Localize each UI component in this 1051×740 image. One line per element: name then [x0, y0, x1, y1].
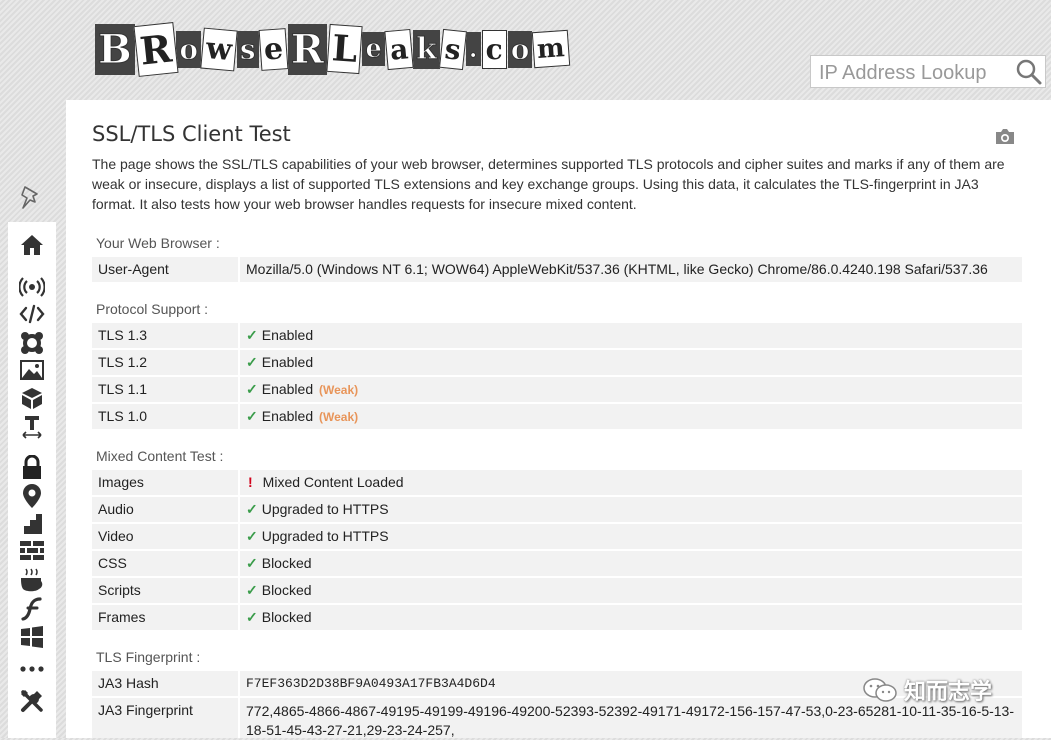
site-logo[interactable]: B R o w s e R L e a k s . c o m [95, 14, 571, 84]
row-key: JA3 Fingerprint [98, 702, 193, 718]
main-panel: SSL/TLS Client Test The page shows the S… [66, 100, 1051, 738]
table-row-user-agent: User-Agent Mozilla/5.0 (Windows NT 6.1; … [92, 257, 1022, 282]
check-icon: ✓ [246, 354, 258, 370]
row-key: TLS 1.2 [98, 354, 148, 370]
table-row-video: Video ✓ Upgraded to HTTPS [92, 524, 1022, 549]
lock-icon[interactable] [18, 455, 46, 481]
row-key: JA3 Hash [98, 675, 159, 691]
check-icon: ✓ [246, 528, 258, 544]
wechat-icon [863, 678, 897, 702]
row-key: User-Agent [98, 261, 169, 277]
logo-letter: B [95, 23, 135, 75]
table-row-scripts: Scripts ✓ Blocked [92, 578, 1022, 603]
row-value: Enabled [261, 408, 314, 424]
ip-lookup-search [810, 55, 1046, 88]
row-key: TLS 1.0 [98, 408, 148, 424]
table-row-tls13: TLS 1.3 ✓ Enabled [92, 323, 1022, 348]
section-title-protocol: Protocol Support : [96, 301, 209, 317]
bar-chart-icon[interactable] [18, 511, 46, 537]
check-icon: ✓ [246, 408, 258, 424]
sidebar-nav [8, 222, 56, 738]
search-icon[interactable] [1015, 58, 1043, 86]
logo-letter: R [133, 21, 178, 77]
logo-letter: k [413, 29, 440, 69]
table-row-css: CSS ✓ Blocked [92, 551, 1022, 576]
row-key: TLS 1.1 [98, 381, 148, 397]
row-key: Images [98, 474, 144, 490]
weak-badge: (Weak) [319, 383, 359, 397]
row-value: Upgraded to HTTPS [261, 528, 389, 544]
tools-icon[interactable] [18, 688, 46, 714]
check-icon: ✓ [246, 609, 258, 625]
page-description: The page shows the SSL/TLS capabilities … [92, 156, 1005, 212]
image-icon[interactable] [18, 357, 46, 383]
coffee-icon[interactable] [18, 567, 46, 593]
logo-letter: e [258, 27, 289, 71]
check-icon: ✓ [246, 582, 258, 598]
row-value: F7EF363D2D38BF9A0493A17FB3A4D6D4 [246, 676, 496, 691]
watermark-text: 知而志学 [904, 679, 993, 704]
section-title-mixed: Mixed Content Test : [96, 448, 224, 464]
table-row-images: Images ! Mixed Content Loaded [92, 470, 1022, 495]
location-pin-icon[interactable] [18, 483, 46, 509]
row-value: 772,4865-4866-4867-49195-49199-49196-492… [246, 703, 1015, 738]
row-value: Enabled [261, 381, 314, 397]
row-value: Blocked [261, 609, 312, 625]
check-icon: ✓ [246, 555, 258, 571]
flower-icon[interactable] [18, 330, 46, 356]
row-key: Audio [98, 501, 134, 517]
section-title-browser: Your Web Browser : [96, 235, 220, 251]
row-key: CSS [98, 555, 127, 571]
row-key: Scripts [98, 582, 141, 598]
row-value: Mozilla/5.0 (Windows NT 6.1; WOW64) Appl… [246, 261, 988, 277]
row-key: Video [98, 528, 134, 544]
table-row-audio: Audio ✓ Upgraded to HTTPS [92, 497, 1022, 522]
row-key: Frames [98, 609, 146, 625]
cube-icon[interactable] [18, 385, 46, 411]
table-row-tls11: TLS 1.1 ✓ Enabled (Weak) [92, 377, 1022, 402]
pin-icon[interactable] [17, 184, 43, 212]
check-icon: ✓ [246, 327, 258, 343]
logo-letter: m [532, 29, 571, 69]
text-size-icon[interactable] [18, 413, 46, 439]
logo-letter: e [362, 32, 385, 66]
logo-letter: o [507, 30, 533, 68]
table-row-frames: Frames ✓ Blocked [92, 605, 1022, 630]
watermark: 知而志学 [862, 674, 992, 706]
logo-letter: R [287, 23, 328, 75]
ip-lookup-input[interactable] [817, 60, 1011, 86]
weak-badge: (Weak) [319, 410, 359, 424]
brick-wall-icon[interactable] [18, 539, 46, 565]
row-value: Enabled [261, 354, 314, 370]
more-icon[interactable] [18, 656, 46, 682]
logo-letter: s [236, 30, 259, 68]
home-icon[interactable] [18, 232, 46, 258]
section-title-fingerprint: TLS Fingerprint : [96, 649, 201, 665]
code-icon[interactable] [18, 301, 46, 327]
check-icon: ✓ [246, 501, 258, 517]
table-row-tls10: TLS 1.0 ✓ Enabled (Weak) [92, 404, 1022, 429]
row-value: Blocked [261, 555, 312, 571]
flash-icon[interactable] [18, 596, 46, 622]
alert-icon: ! [248, 474, 253, 490]
row-value: Mixed Content Loaded [262, 474, 404, 490]
logo-letter: w [200, 27, 238, 71]
row-key: TLS 1.3 [98, 327, 148, 343]
table-row-tls12: TLS 1.2 ✓ Enabled [92, 350, 1022, 375]
logo-letter: L [326, 23, 363, 75]
row-value: Blocked [261, 582, 312, 598]
camera-icon[interactable] [994, 126, 1016, 146]
logo-letter: c [481, 29, 507, 69]
logo-letter: . [465, 32, 481, 66]
page-title: SSL/TLS Client Test [92, 122, 291, 146]
row-value: Enabled [261, 327, 314, 343]
logo-letter: s [438, 28, 467, 70]
broadcast-icon[interactable] [18, 274, 46, 300]
logo-letter: a [384, 28, 414, 70]
logo-letter: o [176, 30, 202, 68]
row-value: Upgraded to HTTPS [261, 501, 389, 517]
check-icon: ✓ [246, 381, 258, 397]
windows-icon[interactable] [18, 624, 46, 650]
